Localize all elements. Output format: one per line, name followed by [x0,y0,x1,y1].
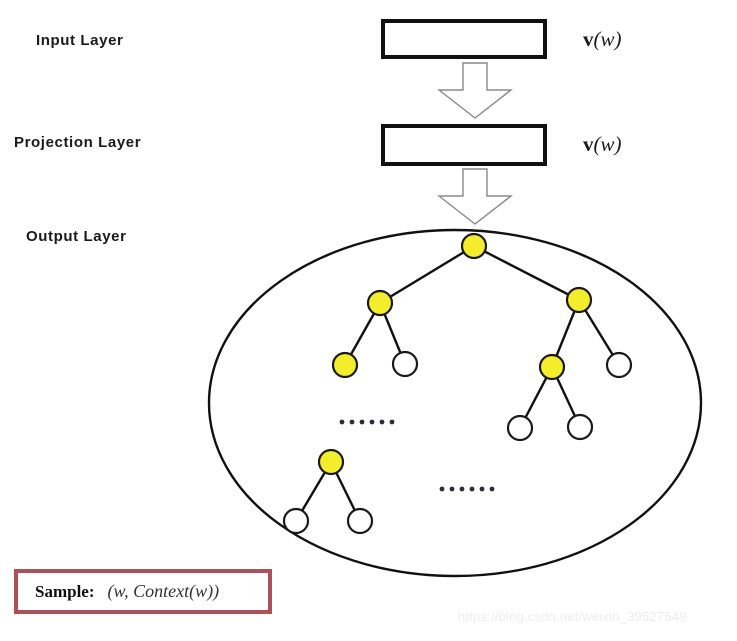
output-layer-ellipse [207,228,703,578]
sample-box: Sample: (w, Context(w)) [14,569,272,614]
sample-formula: (w, Context(w)) [107,581,220,601]
arrow-input-to-projection-icon [436,62,514,119]
output-layer-label: Output Layer [26,228,127,245]
projection-vector-argument: (w) [593,132,622,156]
input-vector-label: v(w) [583,27,622,52]
projection-layer-box [381,124,547,166]
arrow-projection-to-output-icon [436,168,514,225]
input-layer-label: Input Layer [36,32,124,49]
sample-label: Sample: [35,581,95,601]
input-vector-symbol: v [583,27,594,51]
projection-vector-label: v(w) [583,132,622,157]
diagram-canvas: Input Layer Projection Layer Output Laye… [0,0,737,641]
projection-vector-symbol: v [583,132,594,156]
watermark-text: https://blog.csdn.net/weixin_39527549 [458,609,687,624]
input-vector-argument: (w) [593,27,622,51]
projection-layer-label: Projection Layer [14,134,142,151]
input-layer-box [381,19,547,59]
